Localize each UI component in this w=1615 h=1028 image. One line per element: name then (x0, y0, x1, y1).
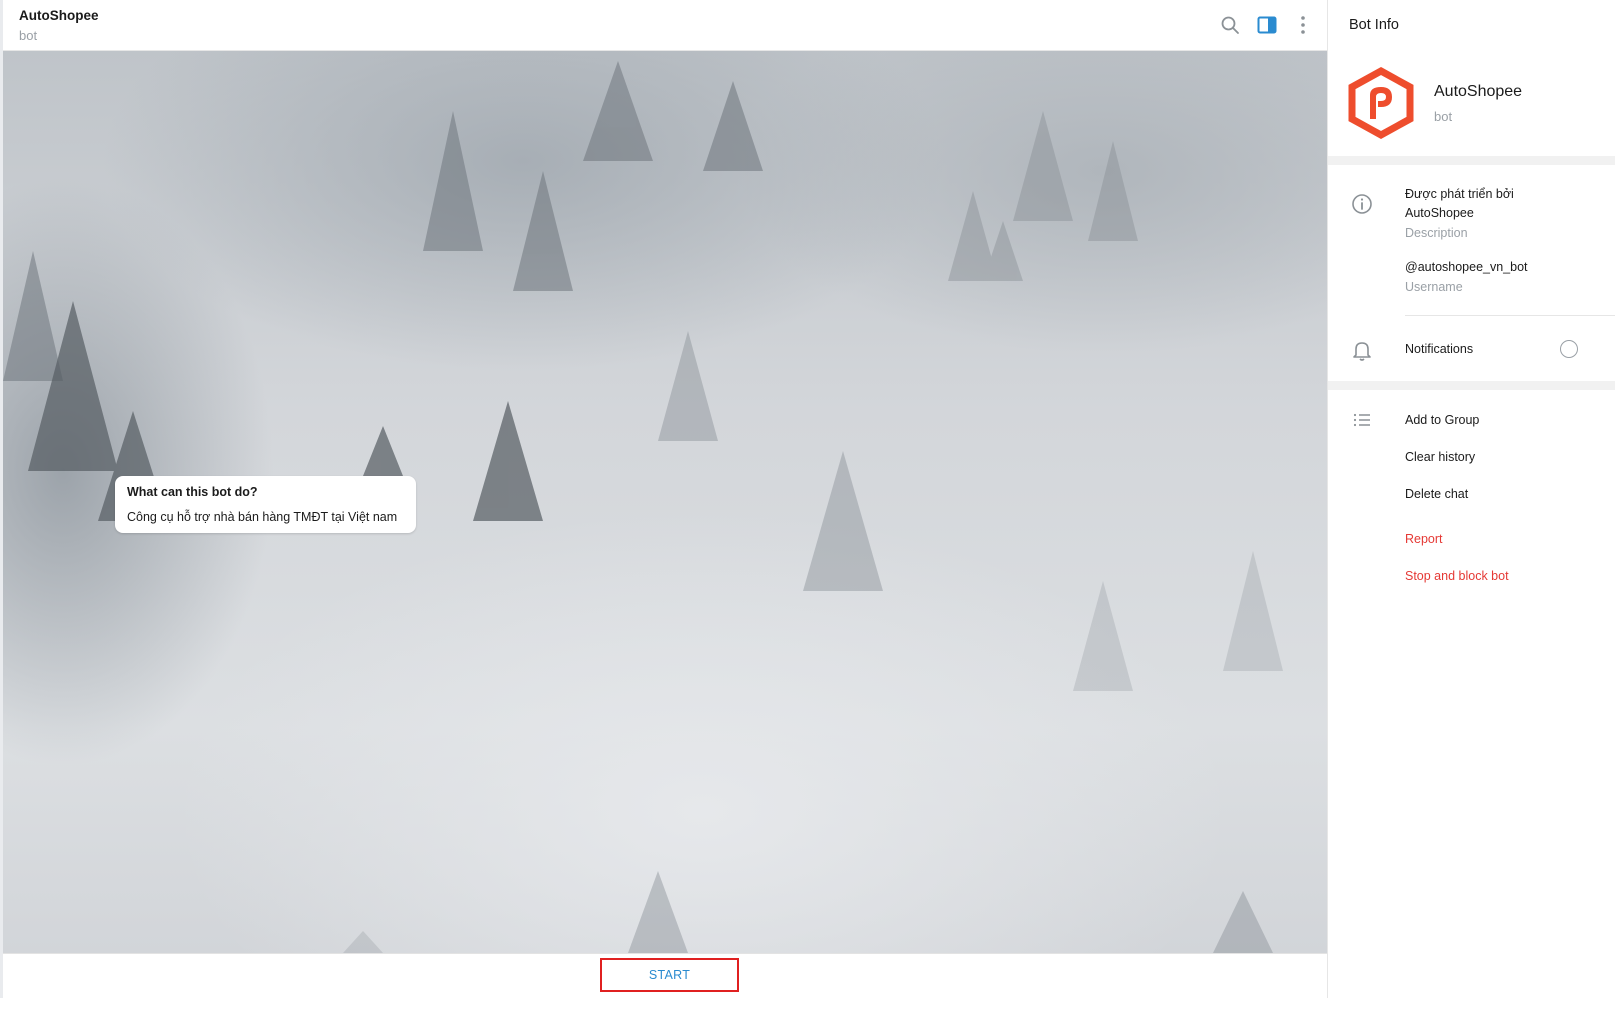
list-icon (1350, 408, 1374, 432)
composer-bar: START (3, 953, 1327, 998)
info-icon (1350, 192, 1374, 216)
search-icon[interactable] (1218, 13, 1242, 37)
more-vertical-icon[interactable] (1291, 13, 1315, 37)
notifications-label: Notifications (1405, 342, 1474, 356)
notifications-toggle[interactable] (1560, 340, 1578, 358)
username-value[interactable]: @autoshopee_vn_bot (1405, 258, 1528, 276)
chat-pane: AutoShopee bot What can this bot do? Côn… (3, 0, 1327, 1028)
panel-title: Bot Info (1349, 17, 1399, 33)
delete-chat-button[interactable]: Delete chat (1405, 485, 1468, 503)
add-to-group-button[interactable]: Add to Group (1405, 411, 1479, 429)
bot-card-title: What can this bot do? (127, 485, 258, 499)
section-separator (1328, 156, 1615, 165)
bell-icon (1350, 338, 1374, 362)
start-button[interactable]: START (600, 958, 739, 992)
description-line-2: AutoShopee (1405, 206, 1474, 220)
chat-subtitle: bot (19, 28, 38, 43)
report-button[interactable]: Report (1405, 530, 1443, 548)
description-line-1: Được phát triển bởi (1405, 187, 1514, 201)
section-separator (1328, 381, 1615, 390)
bot-name: AutoShopee (1434, 83, 1523, 100)
clear-history-button[interactable]: Clear history (1405, 448, 1475, 466)
bot-description-card: What can this bot do? Công cụ hỗ trợ nhà… (115, 476, 416, 533)
bot-info-panel: Bot Info AutoShopee bot Được phát triển … (1327, 0, 1615, 1028)
description-label: Description (1405, 226, 1468, 240)
bot-subtitle: bot (1434, 109, 1453, 124)
bottom-strip (0, 998, 1615, 1028)
stop-and-block-bot-button[interactable]: Stop and block bot (1405, 567, 1509, 585)
sidebar-toggle-icon[interactable] (1255, 13, 1279, 37)
chat-wallpaper: What can this bot do? Công cụ hỗ trợ nhà… (3, 51, 1327, 953)
divider (1405, 315, 1615, 316)
chat-header: AutoShopee bot (3, 0, 1327, 51)
autoshopee-logo-icon (1348, 67, 1414, 139)
username-label: Username (1405, 280, 1463, 294)
chat-title[interactable]: AutoShopee (19, 8, 99, 23)
bot-card-text: Công cụ hỗ trợ nhà bán hàng TMĐT tại Việ… (127, 510, 398, 524)
